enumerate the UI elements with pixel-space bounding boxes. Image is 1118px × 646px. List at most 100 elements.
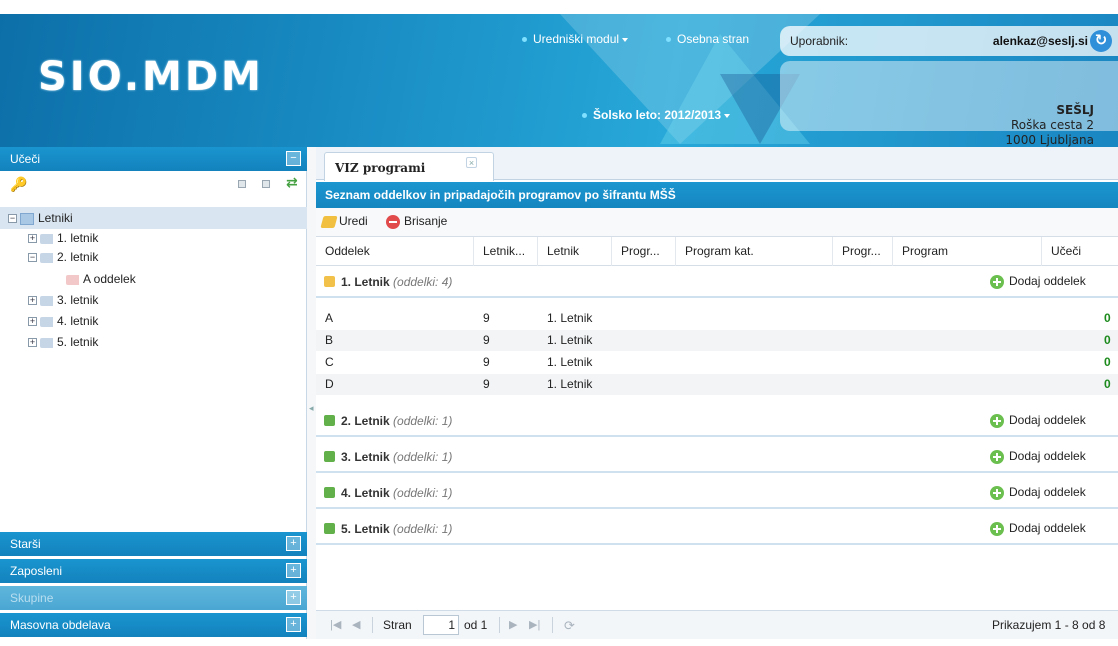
section-ucenci-label: Učeči <box>10 152 41 166</box>
collapse-icon[interactable]: − <box>28 253 37 263</box>
refresh-icon[interactable]: ⟳ <box>564 618 575 634</box>
add-class-label: Dodaj oddelek <box>1009 485 1086 499</box>
group-count: (oddelki: 1) <box>393 450 453 464</box>
tab-viz-programi[interactable]: VIZ programi × <box>324 152 494 181</box>
add-class-button[interactable]: Dodaj oddelek <box>990 413 1086 428</box>
collapse-all-icon[interactable] <box>238 180 246 188</box>
expand-icon[interactable]: + <box>286 617 301 632</box>
expand-icon[interactable]: + <box>28 296 37 306</box>
expand-icon[interactable] <box>324 451 335 462</box>
tab-label: VIZ programi <box>335 161 426 175</box>
previous-page-icon[interactable]: ◀ <box>352 618 360 631</box>
tree-node-label: 5. letnik <box>57 335 99 349</box>
column-program-id-2[interactable]: Progr... <box>833 237 893 266</box>
expand-icon[interactable]: + <box>286 536 301 551</box>
organization-street: Roška cesta 2 <box>1010 118 1094 132</box>
tree-node-a-oddelek[interactable]: A oddelek <box>66 270 136 288</box>
tree-node-4-letnik[interactable]: +4. letnik <box>28 312 98 330</box>
table-row[interactable]: D 9 1. Letnik 0 <box>316 374 1118 395</box>
column-program[interactable]: Program <box>893 237 1042 266</box>
column-letnik-id[interactable]: Letnik... <box>474 237 538 266</box>
column-oddelek[interactable]: Oddelek <box>316 237 474 266</box>
chevron-left-icon[interactable]: ◂ <box>309 403 314 414</box>
bullet-icon <box>582 113 587 119</box>
group-row[interactable]: 5. Letnik (oddelki: 1) Dodaj oddelek <box>316 513 1118 545</box>
column-letnik[interactable]: Letnik <box>538 237 612 266</box>
group-row[interactable]: 1. Letnik (oddelki: 4) Dodaj oddelek <box>316 266 1118 298</box>
section-ucenci-header[interactable]: Učeči − <box>0 147 307 171</box>
collapse-icon[interactable]: − <box>8 214 17 224</box>
nav-personal-page-label: Osebna stran <box>677 32 750 46</box>
sidebar: Učeči − 🔑 ⇄ − Letniki +1. letnik − 2. letn… <box>0 147 307 639</box>
cell-letnik-id: 9 <box>483 311 490 325</box>
main-panel: VIZ programi × Seznam oddelkov in pripad… <box>316 147 1118 639</box>
column-ucenci[interactable]: Učeči <box>1042 237 1118 266</box>
grid-header: Oddelek Letnik... Letnik Progr... Progra… <box>316 236 1118 266</box>
nav-editor-module[interactable]: Uredniški modul <box>522 32 629 46</box>
add-class-button[interactable]: Dodaj oddelek <box>990 274 1086 289</box>
organization-info: SEŠLJ Roška cesta 2 1000 Ljubljana <box>780 61 1118 147</box>
section-masovna-header[interactable]: Masovna obdelava + <box>0 613 307 637</box>
cell-oddelek: C <box>325 355 334 369</box>
key-icon[interactable]: 🔑 <box>10 176 27 193</box>
table-row[interactable]: B 9 1. Letnik 0 <box>316 330 1118 351</box>
table-row[interactable]: C 9 1. Letnik 0 <box>316 352 1118 373</box>
school-year-selector[interactable]: Šolsko leto: 2012/2013 <box>582 108 731 122</box>
logout-icon[interactable]: ↻ <box>1090 30 1112 52</box>
expand-all-icon[interactable] <box>262 180 270 188</box>
sidebar-splitter[interactable]: ◂ <box>307 147 316 639</box>
add-class-label: Dodaj oddelek <box>1009 413 1086 427</box>
chevron-down-icon <box>622 37 629 42</box>
delete-icon <box>386 214 400 229</box>
collapse-icon[interactable] <box>324 276 335 287</box>
delete-button[interactable]: Brisanje <box>386 214 447 229</box>
expand-icon[interactable] <box>324 487 335 498</box>
group-label: 3. Letnik (oddelki: 1) <box>341 450 452 464</box>
tree-node-1-letnik[interactable]: +1. letnik <box>28 229 98 247</box>
tree-node-2-letnik[interactable]: − 2. letnik <box>28 248 98 266</box>
add-class-button[interactable]: Dodaj oddelek <box>990 449 1086 464</box>
pager-summary: Prikazujem 1 - 8 od 8 <box>992 618 1106 632</box>
cell-letnik: 1. Letnik <box>547 355 593 369</box>
sync-icon[interactable]: ⇄ <box>286 174 298 191</box>
section-starsi-header[interactable]: Starši + <box>0 532 307 556</box>
section-zaposleni-header[interactable]: Zaposleni + <box>0 559 307 583</box>
group-row[interactable]: 4. Letnik (oddelki: 1) Dodaj oddelek <box>316 477 1118 509</box>
column-program-id[interactable]: Progr... <box>612 237 676 266</box>
tree-node-letniki[interactable]: − Letniki <box>8 209 73 227</box>
table-row[interactable]: A 9 1. Letnik 0 <box>316 308 1118 329</box>
section-starsi-label: Starši <box>10 537 41 551</box>
collapse-icon[interactable]: − <box>286 151 301 166</box>
add-icon <box>990 274 1004 289</box>
edit-button[interactable]: Uredi <box>320 214 368 228</box>
first-page-icon[interactable]: |◀ <box>330 618 341 631</box>
tag-icon <box>40 337 53 348</box>
add-class-button[interactable]: Dodaj oddelek <box>990 521 1086 536</box>
column-program-kat[interactable]: Program kat. <box>676 237 833 266</box>
tab-strip: VIZ programi × <box>316 147 1118 181</box>
expand-icon[interactable] <box>324 415 335 426</box>
expand-icon[interactable]: + <box>28 317 37 327</box>
table-icon <box>20 212 34 225</box>
add-class-button[interactable]: Dodaj oddelek <box>990 485 1086 500</box>
group-title: 3. Letnik <box>341 450 390 464</box>
tree-node-3-letnik[interactable]: +3. letnik <box>28 291 98 309</box>
user-email[interactable]: alenkaz@seslj.si <box>993 34 1088 48</box>
expand-icon[interactable] <box>324 523 335 534</box>
last-page-icon[interactable]: ▶| <box>529 618 540 631</box>
expand-icon[interactable]: + <box>28 338 37 348</box>
user-label: Uporabnik: <box>790 34 849 48</box>
tree-node-label: 4. letnik <box>57 314 99 328</box>
app-header: SIO.MDM Uredniški modul Osebna stran Šol… <box>0 0 1118 147</box>
grid-toolbar: Uredi Brisanje <box>316 208 1118 236</box>
expand-icon[interactable]: + <box>286 563 301 578</box>
expand-icon[interactable]: + <box>28 234 37 244</box>
tree-node-5-letnik[interactable]: +5. letnik <box>28 333 98 351</box>
next-page-icon[interactable]: ▶ <box>509 618 517 631</box>
group-row[interactable]: 2. Letnik (oddelki: 1) Dodaj oddelek <box>316 405 1118 437</box>
page-number-input[interactable]: 1 <box>423 615 459 635</box>
group-count: (oddelki: 1) <box>393 486 453 500</box>
group-row[interactable]: 3. Letnik (oddelki: 1) Dodaj oddelek <box>316 441 1118 473</box>
nav-personal-page[interactable]: Osebna stran <box>666 32 749 46</box>
close-icon[interactable]: × <box>466 157 477 168</box>
